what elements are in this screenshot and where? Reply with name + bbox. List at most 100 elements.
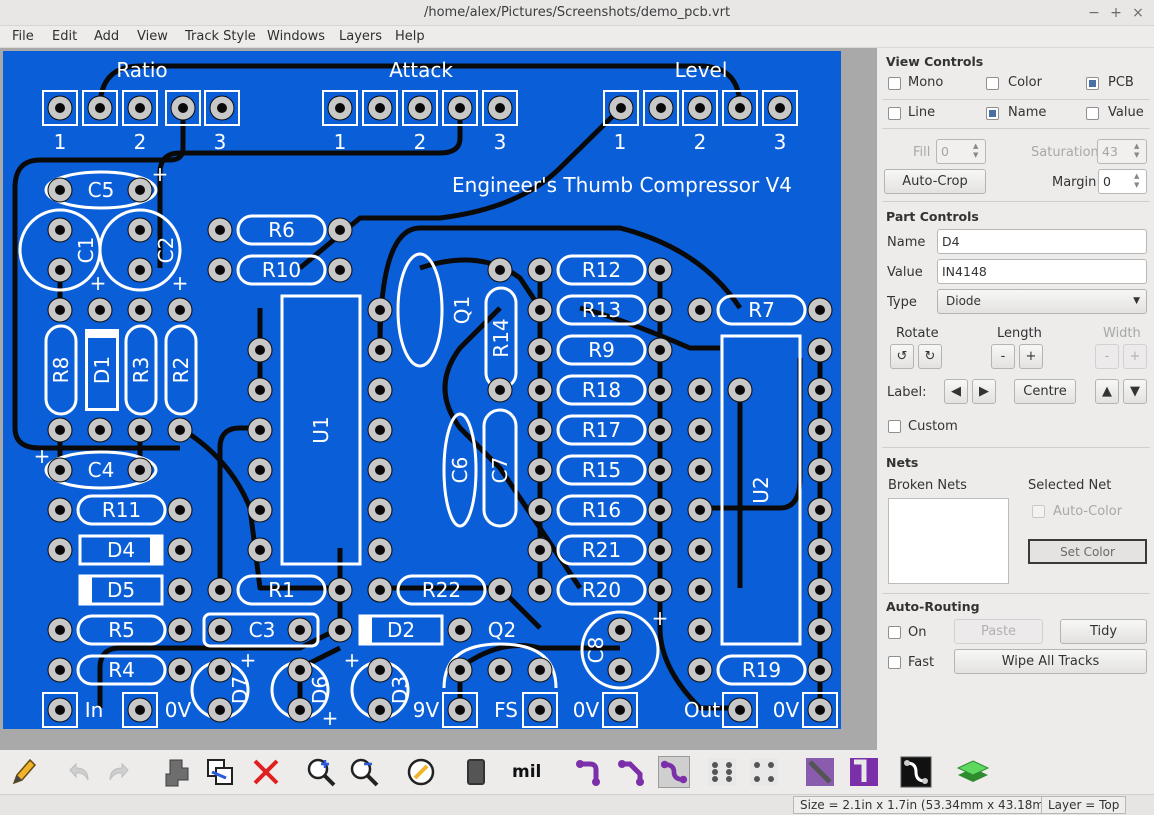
pad-hole: [815, 545, 825, 555]
pad-hole: [455, 705, 465, 715]
pad-hole: [255, 345, 265, 355]
pot-pin-number: 2: [414, 130, 427, 154]
part-label: Q1: [450, 296, 474, 324]
label-down-button[interactable]: ▼: [1123, 379, 1147, 404]
maximize-icon[interactable]: +: [1104, 0, 1128, 26]
separator: [882, 593, 1150, 594]
net-auto-color-label: Auto-Color: [1053, 504, 1123, 519]
close-icon[interactable]: ×: [1126, 0, 1150, 26]
grid-small-icon[interactable]: [706, 756, 738, 788]
delete-icon[interactable]: [250, 756, 282, 788]
rotate-ccw-button[interactable]: ↺: [890, 344, 914, 369]
zoom-in-icon[interactable]: [305, 756, 337, 788]
layer-view-2-icon[interactable]: [848, 756, 880, 788]
label-left-button[interactable]: ◀: [944, 379, 968, 404]
margin-spinbox[interactable]: 0 ▲ ▼: [1098, 169, 1147, 194]
part-label: U2: [749, 476, 773, 503]
pad-hole: [175, 505, 185, 515]
auto-crop-button[interactable]: Auto-Crop: [884, 169, 986, 194]
rotate-label: Rotate: [896, 326, 939, 341]
cut-icon[interactable]: [160, 756, 192, 788]
pad-hole: [335, 265, 345, 275]
layers-icon[interactable]: [955, 756, 991, 788]
broken-nets-list[interactable]: [888, 498, 1009, 584]
io-label: 0V: [773, 698, 800, 722]
length-minus-button[interactable]: -: [991, 344, 1015, 369]
menu-windows[interactable]: Windows: [267, 26, 325, 48]
pad-hole: [655, 585, 665, 595]
part-value-field[interactable]: IN4148: [937, 259, 1147, 284]
label-centre-button[interactable]: Centre: [1014, 379, 1076, 404]
compass-icon[interactable]: [405, 756, 437, 788]
line-checkbox[interactable]: [888, 107, 901, 120]
menu-help[interactable]: Help: [395, 26, 425, 48]
pad-hole: [55, 305, 65, 315]
menu-edit[interactable]: Edit: [52, 26, 77, 48]
copy-icon[interactable]: [204, 756, 236, 788]
pad-hole: [295, 665, 305, 675]
pad-hole: [815, 305, 825, 315]
track-style-2-icon[interactable]: [616, 756, 648, 788]
label-up-button[interactable]: ▲: [1095, 379, 1119, 404]
autoroute-fast-label: Fast: [908, 655, 935, 670]
part-type-select[interactable]: Diode ▼: [937, 289, 1147, 314]
zoom-out-icon[interactable]: [348, 756, 380, 788]
pad-hole: [415, 103, 425, 113]
grid-large-icon[interactable]: [748, 756, 780, 788]
window-titlebar: /home/alex/Pictures/Screenshots/demo_pcb…: [0, 0, 1154, 26]
menu-add[interactable]: Add: [94, 26, 119, 48]
label-right-button[interactable]: ▶: [972, 379, 996, 404]
rotate-cw-button[interactable]: ↻: [918, 344, 942, 369]
pcb-board[interactable]: Ratio Attack Level 1 2 3 1 2 3 1 2 3 Engineer's Thum…: [0, 48, 877, 750]
plus-sign: +: [90, 271, 107, 295]
menu-track-style[interactable]: Track Style: [185, 26, 256, 48]
pad-hole: [215, 625, 225, 635]
board-size-status: Size = 2.1in x 1.7in (53.34mm x 43.18mm): [793, 796, 1068, 814]
pencil-icon[interactable]: [8, 756, 40, 788]
separator: [882, 128, 1150, 129]
io-label: In: [85, 698, 104, 722]
chip-icon[interactable]: [460, 756, 492, 788]
part-label: C6: [448, 457, 472, 484]
pad-hole: [656, 103, 666, 113]
pcb-view-icon[interactable]: [900, 756, 932, 788]
length-plus-button[interactable]: +: [1019, 344, 1043, 369]
track-style-1-icon[interactable]: [574, 756, 606, 788]
menu-layers[interactable]: Layers: [339, 26, 382, 48]
mono-checkbox[interactable]: [888, 77, 901, 90]
set-color-button[interactable]: Set Color: [1028, 539, 1147, 564]
pad-hole: [815, 425, 825, 435]
pot-pin-number: 1: [334, 130, 347, 154]
side-panel: View Controls Mono Color PCB Line Name V…: [878, 48, 1154, 792]
name-checkbox[interactable]: [986, 107, 999, 120]
custom-checkbox[interactable]: [888, 420, 901, 433]
pad-hole: [135, 185, 145, 195]
pcb-label: PCB: [1108, 75, 1134, 90]
selected-net-label: Selected Net: [1028, 478, 1112, 493]
pad-hole: [495, 265, 505, 275]
wipe-all-tracks-button[interactable]: Wipe All Tracks: [954, 649, 1147, 674]
layer-view-1-icon[interactable]: [804, 756, 836, 788]
pad-hole: [655, 265, 665, 275]
value-checkbox[interactable]: [1086, 107, 1099, 120]
autoroute-fast-checkbox[interactable]: [888, 656, 901, 669]
pcb-canvas[interactable]: Ratio Attack Level 1 2 3 1 2 3 1 2 3 Engineer's Thum…: [0, 48, 877, 750]
plus-sign: +: [240, 648, 257, 672]
pcb-checkbox[interactable]: [1086, 77, 1099, 90]
track-style-3-icon[interactable]: [658, 756, 690, 788]
tidy-button[interactable]: Tidy: [1060, 619, 1147, 644]
menu-file[interactable]: File: [12, 26, 34, 48]
units-mil-toggle[interactable]: mil: [512, 756, 544, 788]
io-label: FS: [494, 698, 518, 722]
pot-pin-number: 1: [54, 130, 67, 154]
pad-hole: [135, 103, 145, 113]
color-checkbox[interactable]: [986, 77, 999, 90]
pad-hole: [95, 305, 105, 315]
pad-hole: [735, 385, 745, 395]
autoroute-on-checkbox[interactable]: [888, 626, 901, 639]
part-name-field[interactable]: D4: [937, 229, 1147, 254]
pad-hole: [815, 665, 825, 675]
io-label: 9V: [413, 698, 440, 722]
menu-view[interactable]: View: [137, 26, 168, 48]
minimize-icon[interactable]: −: [1082, 0, 1106, 26]
